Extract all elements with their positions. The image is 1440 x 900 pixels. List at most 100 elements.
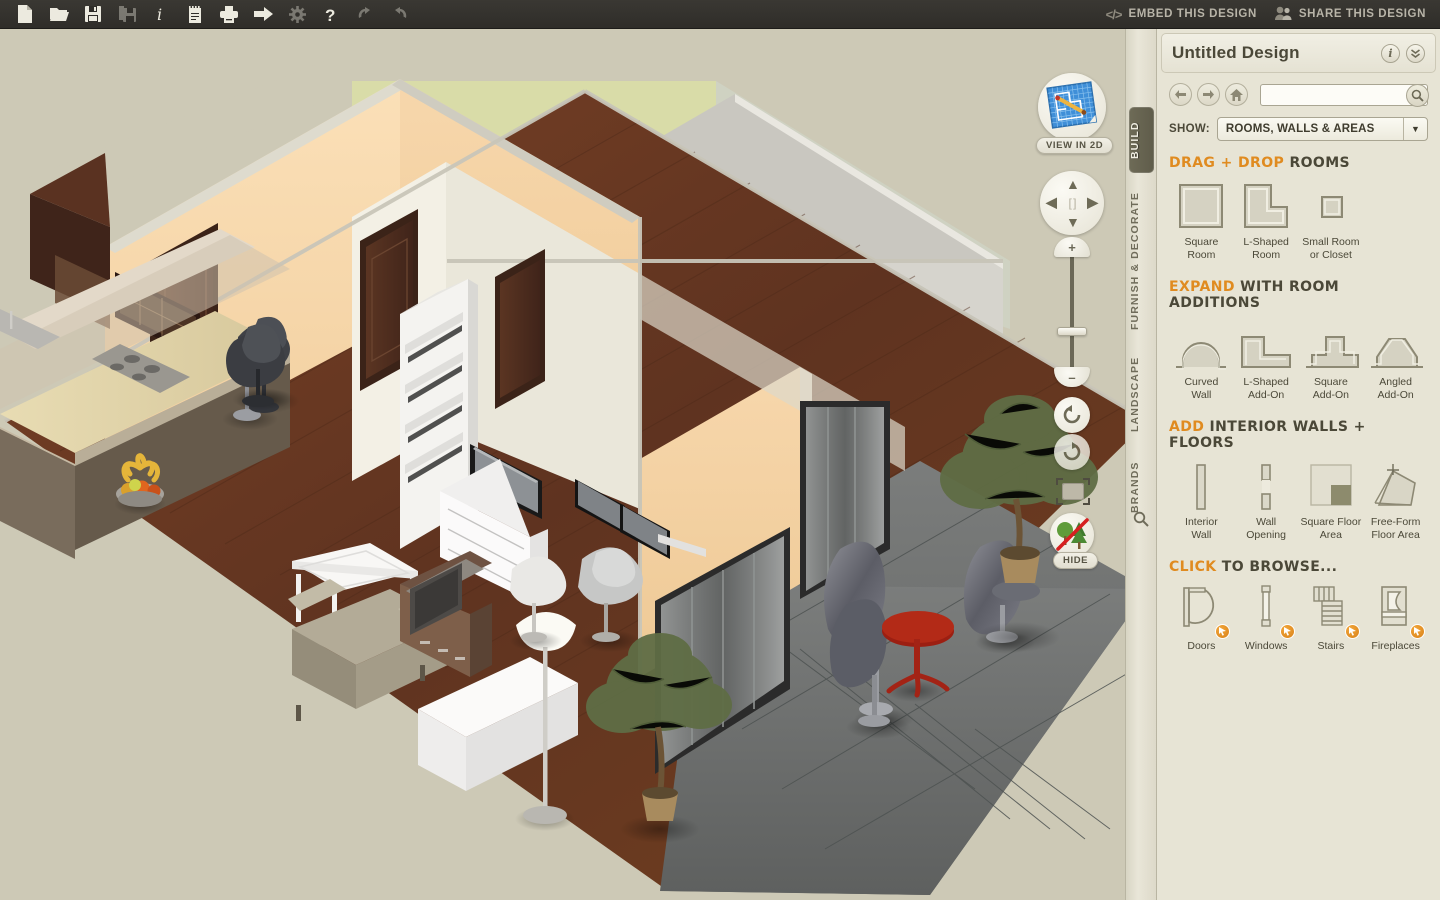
square-room-icon xyxy=(1169,179,1234,231)
door-icon-wrap xyxy=(1169,583,1234,639)
design-canvas-3d[interactable]: VIEW IN 2D ▲ ▼ ◀ ▶ [ ] + – HIDE xyxy=(0,29,1155,900)
pan-compass-control[interactable]: ▲ ▼ ◀ ▶ [ ] xyxy=(1040,171,1104,235)
panel-search[interactable] xyxy=(1260,83,1429,107)
cursor-badge-icon xyxy=(1280,624,1296,639)
section-title-additions: EXPAND WITH ROOM ADDITIONS xyxy=(1169,279,1428,311)
cursor-badge-icon xyxy=(1344,624,1360,639)
view-in-2d-control[interactable]: VIEW IN 2D xyxy=(1036,73,1114,154)
save-as-icon[interactable] xyxy=(110,1,144,27)
pan-up-icon[interactable]: ▲ xyxy=(1066,176,1080,192)
tool-square-room[interactable]: Square Room xyxy=(1169,179,1234,261)
zoom-track[interactable] xyxy=(1070,253,1074,371)
fireplace-icon-wrap xyxy=(1363,583,1428,639)
tool-square-add-on[interactable]: Square Add-On xyxy=(1299,319,1364,401)
show-label: SHOW: xyxy=(1169,123,1210,135)
zoom-handle[interactable] xyxy=(1057,327,1087,336)
free-form-floor-icon xyxy=(1363,459,1428,511)
tool-label: Curved Wall xyxy=(1184,376,1219,401)
embed-design-link[interactable]: </> EMBED THIS DESIGN xyxy=(1106,7,1257,22)
rail-tab-build[interactable]: BUILD xyxy=(1129,107,1154,173)
section-title-highlight: EXPAND xyxy=(1169,279,1235,295)
tool-label: Fireplaces xyxy=(1371,640,1420,652)
tool-interior-wall[interactable]: Interior Wall xyxy=(1169,459,1234,541)
notes-icon[interactable] xyxy=(178,1,212,27)
search-icon xyxy=(1411,89,1424,102)
undo-icon[interactable] xyxy=(348,1,382,27)
share-people-icon xyxy=(1274,6,1292,23)
cursor-badge-icon xyxy=(1215,624,1231,639)
export-icon[interactable] xyxy=(246,1,280,27)
show-select[interactable]: ROOMS, WALLS & AREAS ▼ xyxy=(1216,117,1428,141)
help-icon[interactable]: ? xyxy=(314,1,348,27)
empty-slot-icon xyxy=(1363,179,1428,231)
new-document-icon[interactable] xyxy=(8,1,42,27)
nav-forward-button[interactable] xyxy=(1197,83,1220,106)
design-title: Untitled Design xyxy=(1172,43,1300,62)
pan-center-button[interactable]: [ ] xyxy=(1068,196,1076,210)
tool-square-floor-area[interactable]: Square Floor Area xyxy=(1299,459,1364,541)
pan-right-icon[interactable]: ▶ xyxy=(1087,194,1098,211)
fireplace-icon xyxy=(1380,586,1407,626)
pan-left-icon[interactable]: ◀ xyxy=(1046,194,1057,211)
isometric-floorplan-render[interactable] xyxy=(0,29,1155,900)
tool-l-shaped-room[interactable]: L-Shaped Room xyxy=(1234,179,1299,261)
save-icon[interactable] xyxy=(76,1,110,27)
info-icon[interactable]: i xyxy=(144,1,178,27)
tool-stairs[interactable]: Stairs xyxy=(1299,583,1364,653)
hide-label[interactable]: HIDE xyxy=(1053,552,1099,569)
nav-home-button[interactable] xyxy=(1225,83,1248,106)
panel-search-input[interactable] xyxy=(1261,84,1427,105)
tool-label: Free-Form Floor Area xyxy=(1370,516,1421,541)
tool-fireplaces[interactable]: Fireplaces xyxy=(1363,583,1428,653)
browse-grid: Doors Windows Stairs Fireplaces xyxy=(1169,583,1428,653)
tool-label: Stairs xyxy=(1317,640,1345,652)
section-title-highlight: ADD xyxy=(1169,419,1205,435)
tool-label: Square Floor Area xyxy=(1300,516,1362,541)
panel-search-button[interactable] xyxy=(1406,83,1429,107)
panel-info-icon[interactable]: i xyxy=(1381,43,1400,63)
tool-label: L-Shaped Room xyxy=(1243,236,1289,261)
view-in-2d-label[interactable]: VIEW IN 2D xyxy=(1036,137,1114,154)
rail-search-icon[interactable] xyxy=(1133,511,1149,532)
curved-wall-icon xyxy=(1169,319,1234,371)
panel-collapse-icon[interactable] xyxy=(1406,43,1425,63)
print-icon[interactable] xyxy=(212,1,246,27)
rotate-right-button[interactable] xyxy=(1054,434,1090,470)
tool-angled-add-on[interactable]: Angled Add-On xyxy=(1363,319,1428,401)
tool-wall-opening[interactable]: Wall Opening xyxy=(1234,459,1299,541)
rotate-left-button[interactable] xyxy=(1054,397,1090,433)
tool-l-shaped-add-on[interactable]: L-Shaped Add-On xyxy=(1234,319,1299,401)
view-2d-button[interactable] xyxy=(1038,73,1106,141)
tool-label: Small Room or Closet xyxy=(1302,236,1360,261)
tool-label: Wall Opening xyxy=(1246,516,1286,541)
pan-down-icon[interactable]: ▼ xyxy=(1066,214,1080,230)
rail-tab-furnish-decorate[interactable]: FURNISH & DECORATE xyxy=(1129,181,1154,341)
hide-plants-button[interactable] xyxy=(1050,513,1094,557)
tool-label: Angled Add-On xyxy=(1377,376,1414,401)
open-folder-icon[interactable] xyxy=(42,1,76,27)
tool-windows[interactable]: Windows xyxy=(1234,583,1299,653)
zoom-slider[interactable]: + – xyxy=(1054,237,1090,387)
tool-free-form-floor-area[interactable]: Free-Form Floor Area xyxy=(1363,459,1428,541)
code-brackets-icon: </> xyxy=(1105,6,1123,22)
wall-opening-icon xyxy=(1234,459,1299,511)
nav-back-button[interactable] xyxy=(1169,83,1192,106)
tool-small-room-or-closet[interactable]: Small Room or Closet xyxy=(1299,179,1364,261)
settings-gear-icon[interactable] xyxy=(280,1,314,27)
snapshot-button[interactable] xyxy=(1055,477,1091,512)
section-interior-walls-floors: ADD INTERIOR WALLS + FLOORS Interior Wal… xyxy=(1169,419,1428,541)
tool-curved-wall[interactable]: Curved Wall xyxy=(1169,319,1234,401)
hide-plants-control[interactable]: HIDE xyxy=(1050,513,1099,569)
show-filter-row: SHOW: ROOMS, WALLS & AREAS ▼ xyxy=(1157,117,1440,141)
tool-doors[interactable]: Doors xyxy=(1169,583,1234,653)
panel-navigation xyxy=(1157,83,1440,107)
stairs-icon xyxy=(1313,586,1343,626)
door-icon xyxy=(1183,587,1215,627)
panel-header: Untitled Design i xyxy=(1161,33,1436,73)
redo-icon[interactable] xyxy=(382,1,416,27)
chevron-down-icon[interactable]: ▼ xyxy=(1404,124,1427,134)
tool-label: Square Add-On xyxy=(1312,376,1349,401)
rail-tab-landscape[interactable]: LANDSCAPE xyxy=(1129,341,1154,447)
section-title-rest: ROOMS xyxy=(1284,155,1351,171)
share-design-link[interactable]: SHARE THIS DESIGN xyxy=(1274,6,1426,23)
